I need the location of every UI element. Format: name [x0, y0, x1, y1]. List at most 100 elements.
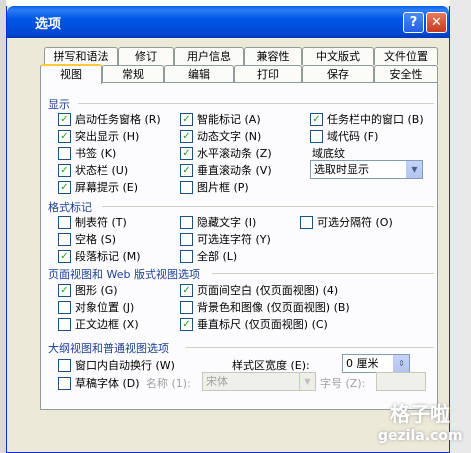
checkbox-box[interactable]	[58, 358, 71, 372]
checkbox-box[interactable]	[58, 146, 71, 160]
close-button[interactable]: ✕	[426, 12, 447, 33]
checkbox-label: 窗口内自动换行 (W)	[75, 359, 175, 372]
checkbox-optional-hyphens[interactable]: 可选连字符 (Y)	[180, 231, 271, 247]
tab-view[interactable]: 视图	[40, 64, 102, 84]
checkbox-box[interactable]	[58, 232, 71, 246]
checkbox-all-marks[interactable]: 全部 (L)	[180, 248, 237, 264]
watermark-url: gezila.com	[378, 428, 463, 444]
checkbox-box[interactable]	[180, 300, 193, 314]
checkbox-box[interactable]: ✓	[58, 112, 71, 126]
checkbox-box[interactable]: ✓	[58, 180, 71, 194]
checkbox-label: 空格 (S)	[75, 233, 117, 246]
font-name-select[interactable]: 宋体 ▼	[202, 372, 316, 391]
checkbox-box[interactable]: ✓	[180, 163, 193, 177]
tab-user-info[interactable]: 用户信息	[174, 47, 244, 65]
checkbox-box[interactable]	[58, 215, 71, 229]
tab-save[interactable]: 保存	[302, 65, 374, 83]
checkbox-object-anchors[interactable]: 对象位置 (J)	[58, 299, 134, 315]
checkbox-box[interactable]: ✓	[58, 249, 71, 263]
tab-file-locations[interactable]: 文件位置	[374, 47, 438, 65]
checkbox-box[interactable]	[58, 376, 71, 390]
checkbox-field-codes[interactable]: 域代码 (F)	[310, 128, 378, 144]
checkbox-box[interactable]: ✓	[310, 112, 323, 126]
checkbox-bookmarks[interactable]: 书签 (K)	[58, 145, 116, 161]
checkbox-animated-text[interactable]: ✓ 动态文字 (N)	[180, 128, 261, 144]
style-area-width-label: 样式区宽度 (E):	[232, 359, 310, 372]
checkbox-label: 垂直滚动条 (V)	[197, 164, 272, 177]
checkbox-label: 页面间空白 (仅页面视图) (4)	[197, 284, 339, 297]
watermark-text: 格子啦	[390, 402, 450, 426]
checkbox-vertical-scrollbar[interactable]: ✓ 垂直滚动条 (V)	[180, 162, 272, 178]
checkbox-background-colors[interactable]: 背景色和图像 (仅页面视图) (B)	[180, 299, 350, 315]
checkbox-white-space-between-pages[interactable]: ✓ 页面间空白 (仅页面视图) (4)	[180, 282, 338, 298]
tab-track-changes[interactable]: 修订	[118, 47, 174, 65]
checkbox-box[interactable]: ✓	[180, 112, 193, 126]
checkbox-box[interactable]: ✓	[180, 146, 193, 160]
tab-print[interactable]: 打印	[234, 65, 302, 83]
checkbox-box[interactable]	[58, 300, 71, 314]
style-area-width-spinner[interactable]: 0 厘米 ⇕	[342, 354, 410, 373]
checkbox-box[interactable]: ✓	[180, 129, 193, 143]
checkbox-tab-characters[interactable]: 制表符 (T)	[58, 214, 127, 230]
checkbox-hidden-text[interactable]: 隐藏文字 (I)	[180, 214, 256, 230]
checkbox-vertical-ruler[interactable]: ✓ 垂直标尺 (仅页面视图) (C)	[180, 316, 328, 332]
section-divider	[78, 103, 434, 104]
section-format-marks-heading: 格式标记	[48, 201, 92, 214]
checkbox-screentips[interactable]: ✓ 屏幕提示 (E)	[58, 179, 138, 195]
checkbox-box[interactable]: ✓	[180, 317, 193, 331]
checkbox-startup-task-pane[interactable]: ✓ 启动任务窗格 (R)	[58, 111, 161, 127]
checkbox-box[interactable]	[180, 180, 193, 194]
section-outline-heading: 大纲视图和普通视图选项	[48, 342, 169, 355]
checkbox-label: 图形 (G)	[75, 284, 118, 297]
checkbox-label: 制表符 (T)	[75, 216, 127, 229]
tab-spelling[interactable]: 拼写和语法	[44, 47, 118, 65]
checkbox-label: 对象位置 (J)	[75, 301, 135, 314]
checkbox-text-boundaries[interactable]: 正文边框 (X)	[58, 316, 139, 332]
tab-security[interactable]: 安全性	[374, 65, 438, 83]
checkbox-box[interactable]: ✓	[58, 163, 71, 177]
font-name-label: 名称 (1):	[146, 377, 191, 390]
tab-general[interactable]: 常规	[102, 65, 164, 83]
checkbox-draft-font[interactable]: 草稿字体 (D)	[58, 375, 140, 391]
checkbox-drawings[interactable]: ✓ 图形 (G)	[58, 282, 118, 298]
checkbox-picture-placeholders[interactable]: 图片框 (P)	[180, 179, 249, 195]
tab-edit[interactable]: 编辑	[164, 65, 234, 83]
checkbox-label: 域代码 (F)	[327, 130, 379, 143]
checkbox-box[interactable]	[180, 249, 193, 263]
checkbox-box[interactable]: ✓	[58, 129, 71, 143]
checkbox-box[interactable]	[310, 129, 323, 143]
field-shading-select[interactable]: 选取时显示 ▼	[310, 160, 423, 179]
section-display-heading: 显示	[48, 98, 70, 111]
checkbox-status-bar[interactable]: ✓ 状态栏 (U)	[58, 162, 128, 178]
checkbox-label: 状态栏 (U)	[75, 164, 129, 177]
checkbox-label: 垂直标尺 (仅页面视图) (C)	[197, 318, 328, 331]
checkbox-label: 动态文字 (N)	[197, 130, 262, 143]
chevron-down-icon[interactable]: ▼	[406, 161, 422, 178]
checkbox-label: 背景色和图像 (仅页面视图) (B)	[197, 301, 350, 314]
checkbox-label: 智能标记 (A)	[197, 113, 261, 126]
checkbox-box[interactable]	[180, 215, 193, 229]
checkbox-spaces[interactable]: 空格 (S)	[58, 231, 116, 247]
checkbox-box[interactable]	[300, 215, 313, 229]
chevron-down-icon[interactable]: ▼	[299, 373, 315, 390]
help-button[interactable]: ?	[403, 12, 424, 33]
font-size-select[interactable]	[376, 372, 426, 391]
checkbox-highlight[interactable]: ✓ 突出显示 (H)	[58, 128, 139, 144]
checkbox-wrap-to-window[interactable]: 窗口内自动换行 (W)	[58, 357, 175, 373]
checkbox-label: 书签 (K)	[75, 147, 117, 160]
checkbox-windows-in-taskbar[interactable]: ✓ 任务栏中的窗口 (B)	[310, 111, 424, 127]
checkbox-optional-breaks[interactable]: 可选分隔符 (O)	[300, 214, 393, 230]
checkbox-box[interactable]: ✓	[58, 283, 71, 297]
checkbox-label: 启动任务窗格 (R)	[75, 113, 161, 126]
checkbox-paragraph-marks[interactable]: ✓ 段落标记 (M)	[58, 248, 141, 264]
checkbox-box[interactable]	[180, 232, 193, 246]
checkbox-box[interactable]	[58, 317, 71, 331]
title-bar[interactable]: 选项 ? ✕	[7, 6, 449, 38]
spinner-icon[interactable]: ⇕	[393, 355, 409, 372]
tab-asian-typography[interactable]: 中文版式	[302, 47, 374, 65]
tab-compatibility[interactable]: 兼容性	[244, 47, 302, 65]
checkbox-label: 水平滚动条 (Z)	[197, 147, 272, 160]
checkbox-box[interactable]: ✓	[180, 283, 193, 297]
checkbox-smart-tags[interactable]: ✓ 智能标记 (A)	[180, 111, 261, 127]
checkbox-horizontal-scrollbar[interactable]: ✓ 水平滚动条 (Z)	[180, 145, 272, 161]
